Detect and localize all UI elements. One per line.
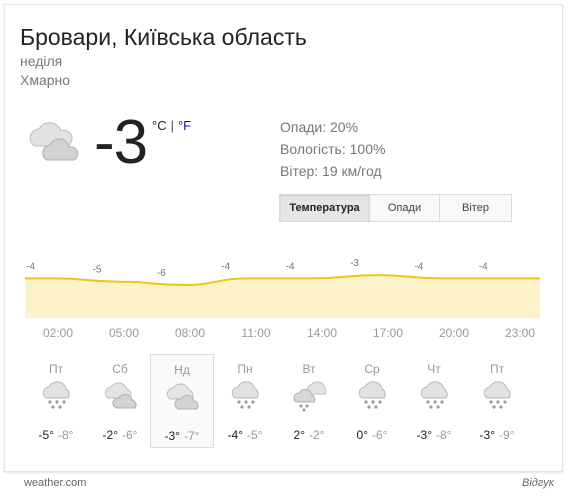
forecast-day[interactable]: Пт -3° -9° xyxy=(466,354,528,446)
forecast-day-name: Пн xyxy=(237,362,253,376)
forecast-day[interactable]: Нд -3° -7° xyxy=(150,354,214,448)
hour-label: 14:00 xyxy=(306,326,338,340)
snow-icon xyxy=(356,378,390,412)
chart-data-label: -4 xyxy=(221,261,230,272)
snow-icon xyxy=(481,378,515,412)
forecast-low: -6° xyxy=(372,428,388,442)
feedback-link[interactable]: Відгук xyxy=(522,477,554,489)
forecast-high: 0° xyxy=(356,428,368,442)
forecast-temps: 2° -2° xyxy=(278,426,340,444)
snow-icon xyxy=(40,378,74,412)
forecast-day-name: Пт xyxy=(48,362,64,376)
forecast-day[interactable]: Вт 2° -2° xyxy=(278,354,340,446)
chart-data-label: -4 xyxy=(414,261,423,272)
chart-data-label: -3 xyxy=(350,258,359,269)
cloudy-icon xyxy=(104,378,138,412)
forecast-high: -4° xyxy=(227,428,243,442)
forecast-low: -8° xyxy=(436,428,452,442)
chart-data-label: -4 xyxy=(286,261,295,272)
forecast-temps: -3° -8° xyxy=(403,426,465,444)
forecast-temps: -2° -6° xyxy=(89,426,151,444)
chart-data-label: -4 xyxy=(479,261,488,272)
forecast-day-name: Нд xyxy=(174,363,190,377)
chart-data-label: -6 xyxy=(157,268,166,279)
forecast-day[interactable]: Пт -5° -8° xyxy=(25,354,87,446)
forecast-temps: 0° -6° xyxy=(341,426,403,444)
forecast-low: -9° xyxy=(499,428,515,442)
source-link[interactable]: weather.com xyxy=(24,477,86,489)
hour-label: 17:00 xyxy=(372,326,404,340)
forecast-temps: -4° -5° xyxy=(214,426,276,444)
forecast-low: -5° xyxy=(247,428,263,442)
temperature-chart: -4 -5 -6 -4 -4 -3 -4 -4 xyxy=(25,258,540,318)
forecast-day-name: Ср xyxy=(364,362,380,376)
forecast-day[interactable]: Ср 0° -6° xyxy=(341,354,403,446)
forecast-high: -3° xyxy=(164,429,180,443)
chart-data-label: -5 xyxy=(93,265,102,276)
partly-cloudy-snow-icon xyxy=(293,378,327,412)
hour-label: 20:00 xyxy=(438,326,470,340)
hour-label: 08:00 xyxy=(174,326,206,340)
forecast-day-name: Вт xyxy=(302,362,316,376)
forecast-temps: -3° -7° xyxy=(151,427,213,445)
forecast-temps: -3° -9° xyxy=(466,426,528,444)
forecast-day[interactable]: Пн -4° -5° xyxy=(214,354,276,446)
forecast-high: 2° xyxy=(293,428,305,442)
forecast-high: -5° xyxy=(38,428,54,442)
chart-data-label: -4 xyxy=(26,261,35,272)
forecast-low: -8° xyxy=(58,428,74,442)
forecast-high: -2° xyxy=(102,428,118,442)
forecast-day[interactable]: Сб -2° -6° xyxy=(89,354,151,446)
forecast-low: -2° xyxy=(309,428,325,442)
forecast-day-name: Сб xyxy=(112,362,128,376)
forecast-day[interactable]: Чт -3° -8° xyxy=(403,354,465,446)
forecast-low: -6° xyxy=(122,428,138,442)
snow-icon xyxy=(229,378,263,412)
forecast-high: -3° xyxy=(416,428,432,442)
forecast-low: -7° xyxy=(184,429,200,443)
hour-label: 05:00 xyxy=(108,326,140,340)
forecast-day-name: Пт xyxy=(489,362,505,376)
hour-label: 02:00 xyxy=(42,326,74,340)
cloudy-icon xyxy=(166,379,200,413)
forecast-day-name: Чт xyxy=(427,362,441,376)
hour-label: 11:00 xyxy=(241,326,271,340)
hour-label: 23:00 xyxy=(504,326,536,340)
forecast-high: -3° xyxy=(479,428,495,442)
forecast-temps: -5° -8° xyxy=(25,426,87,444)
snow-icon xyxy=(418,378,452,412)
